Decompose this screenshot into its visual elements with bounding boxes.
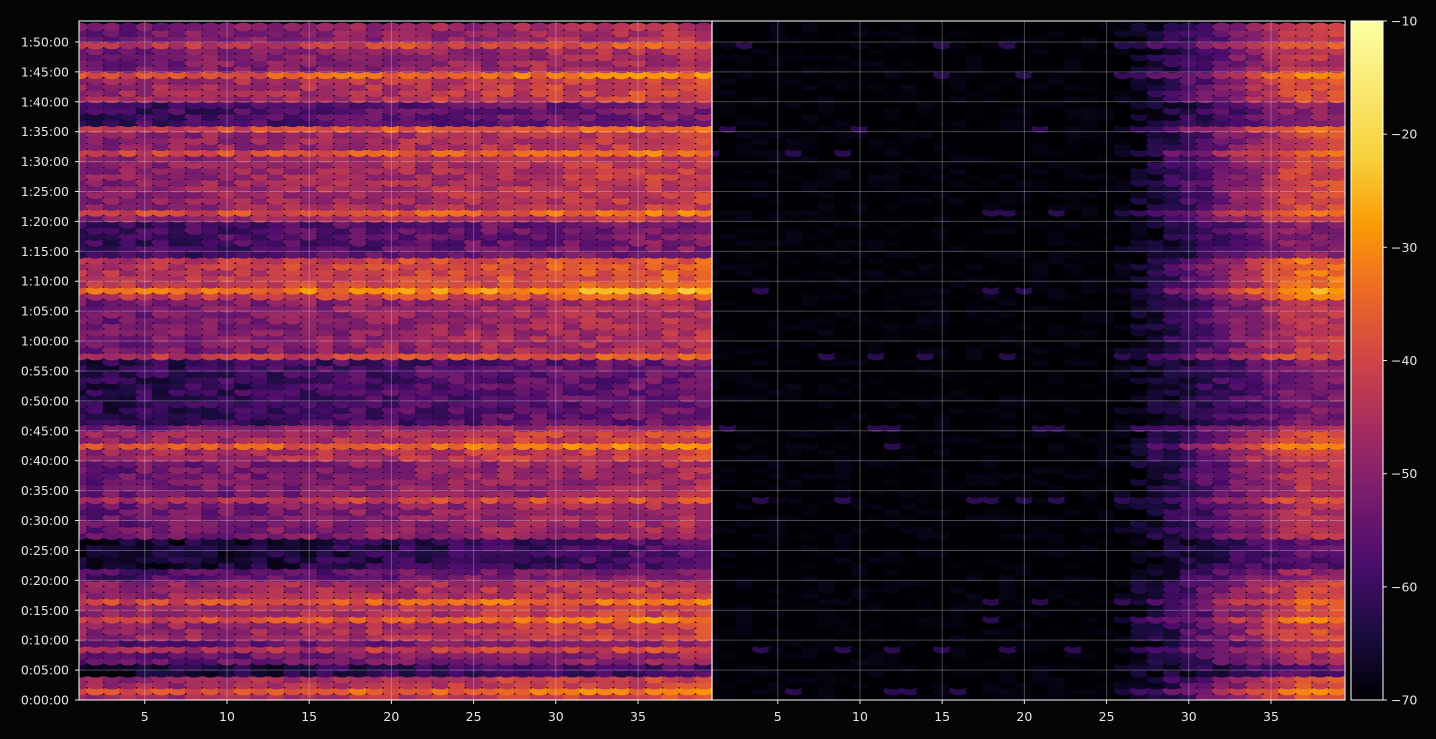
heatmap-figure: 0:00:000:05:000:10:000:15:000:20:000:25:… [21,14,1418,725]
heatmap-cell [349,22,368,32]
heatmap-cell [118,22,138,32]
heatmap-cell [694,22,712,32]
heatmap-cell [398,22,418,32]
heatmap-cell [168,22,188,32]
heatmap-cell [497,22,516,32]
heatmap-cell [431,22,451,32]
heatmap-cell [562,22,582,32]
heatmap-cell [250,22,270,32]
heatmap-cell [677,22,697,32]
heatmap-cell [595,22,615,32]
heatmap-cell [529,22,549,32]
heatmap-cells-right-panel [712,22,1345,700]
heatmap-cell [579,22,599,32]
heatmap-cell [447,22,467,32]
heatmap-cell [233,22,253,32]
heatmap-cell [414,22,434,32]
heatmap-cell [85,22,105,32]
heatmap-cell [365,22,385,32]
heatmap-cell [184,22,204,32]
heatmap-cell [151,22,171,32]
heatmap-cell [661,22,681,32]
heatmap-cell [332,22,352,32]
heatmap-cell [102,22,122,32]
heatmap-cell [480,22,500,32]
heatmap-cell [612,22,632,32]
heatmap-cell [513,22,533,32]
heatmap-cell [201,22,220,32]
heatmap-cell [316,22,336,32]
heatmap-cell [266,22,286,32]
heatmap-cells-left-panel [79,22,712,700]
heatmap-cell [645,22,664,32]
heatmap-cell [283,22,303,32]
